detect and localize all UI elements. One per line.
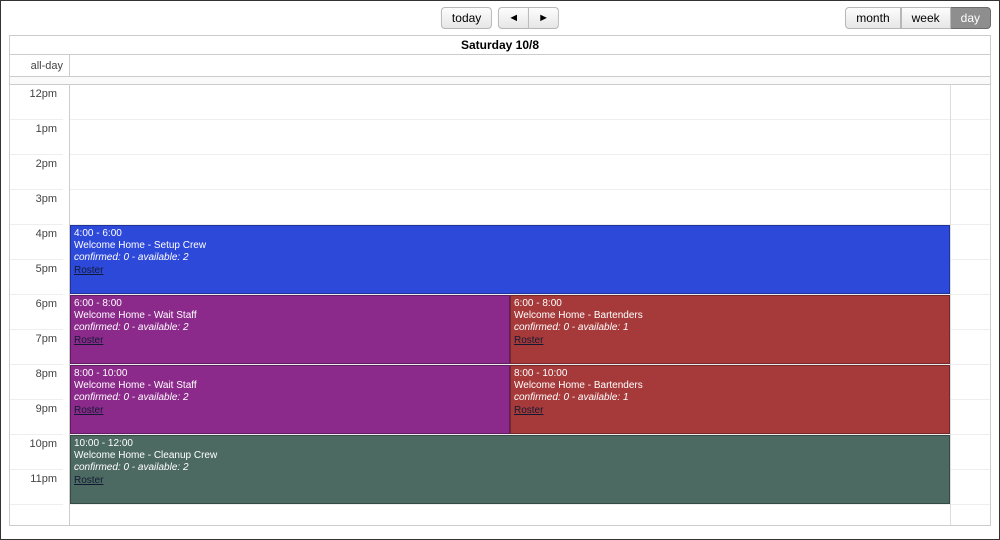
month-view-button[interactable]: month bbox=[845, 7, 900, 29]
hour-slot[interactable] bbox=[70, 85, 950, 120]
event-status: confirmed: 0 - available: 1 bbox=[514, 392, 946, 404]
day-view-button[interactable]: day bbox=[951, 7, 991, 29]
event-time: 6:00 - 8:00 bbox=[514, 298, 562, 309]
calendar: Saturday 10/8 all-day 12pm1pm2pm3pm4pm5p… bbox=[9, 35, 991, 526]
hour-label: 11pm bbox=[10, 470, 63, 505]
event-time: 8:00 - 10:00 bbox=[514, 368, 567, 379]
date-header: Saturday 10/8 bbox=[10, 36, 990, 55]
hour-label: 2pm bbox=[10, 155, 63, 190]
hour-label: 3pm bbox=[10, 190, 63, 225]
event-time: 6:00 - 8:00 bbox=[74, 298, 122, 309]
roster-link[interactable]: Roster bbox=[514, 335, 543, 347]
event-time: 4:00 - 6:00 bbox=[74, 228, 122, 239]
hour-label: 4pm bbox=[10, 225, 63, 260]
hour-label: 9pm bbox=[10, 400, 63, 435]
time-grid: 12pm1pm2pm3pm4pm5pm6pm7pm8pm9pm10pm11pm … bbox=[10, 85, 990, 525]
event-status: confirmed: 0 - available: 2 bbox=[74, 322, 506, 334]
roster-link[interactable]: Roster bbox=[74, 335, 103, 347]
calendar-event[interactable]: 4:00 - 6:00Welcome Home - Setup Crewconf… bbox=[70, 225, 950, 294]
allday-body[interactable] bbox=[70, 55, 990, 76]
hour-slot[interactable] bbox=[70, 155, 950, 190]
view-switch: month week day bbox=[845, 7, 991, 29]
event-status: confirmed: 0 - available: 2 bbox=[74, 462, 946, 474]
divider bbox=[10, 77, 990, 85]
event-title: Welcome Home - Cleanup Crew bbox=[74, 450, 946, 462]
hour-label: 7pm bbox=[10, 330, 63, 365]
hour-label: 6pm bbox=[10, 295, 63, 330]
grid-body[interactable]: 4:00 - 6:00Welcome Home - Setup Crewconf… bbox=[70, 85, 950, 525]
hour-slot[interactable] bbox=[70, 120, 950, 155]
roster-link[interactable]: Roster bbox=[514, 405, 543, 417]
hour-label: 5pm bbox=[10, 260, 63, 295]
roster-link[interactable]: Roster bbox=[74, 475, 103, 487]
prev-button[interactable]: ◄ bbox=[498, 7, 529, 29]
hour-label: 1pm bbox=[10, 120, 63, 155]
calendar-toolbar: today ◄ ► month week day bbox=[1, 1, 999, 35]
event-title: Welcome Home - Wait Staff bbox=[74, 380, 506, 392]
event-title: Welcome Home - Wait Staff bbox=[74, 310, 506, 322]
event-title: Welcome Home - Bartenders bbox=[514, 380, 946, 392]
hour-label: 12pm bbox=[10, 85, 63, 120]
hour-label: 10pm bbox=[10, 435, 63, 470]
event-status: confirmed: 0 - available: 2 bbox=[74, 252, 946, 264]
hour-slot[interactable] bbox=[70, 190, 950, 225]
calendar-event[interactable]: 6:00 - 8:00Welcome Home - Bartendersconf… bbox=[510, 295, 950, 364]
nav-arrows: ◄ ► bbox=[498, 7, 559, 29]
allday-row: all-day bbox=[10, 55, 990, 77]
week-view-button[interactable]: week bbox=[901, 7, 951, 29]
roster-link[interactable]: Roster bbox=[74, 405, 103, 417]
calendar-event[interactable]: 10:00 - 12:00Welcome Home - Cleanup Crew… bbox=[70, 435, 950, 504]
event-title: Welcome Home - Setup Crew bbox=[74, 240, 946, 252]
hour-label: 8pm bbox=[10, 365, 63, 400]
allday-label: all-day bbox=[10, 55, 70, 76]
hour-labels: 12pm1pm2pm3pm4pm5pm6pm7pm8pm9pm10pm11pm bbox=[10, 85, 70, 525]
calendar-event[interactable]: 8:00 - 10:00Welcome Home - Wait Staffcon… bbox=[70, 365, 510, 434]
event-time: 10:00 - 12:00 bbox=[74, 438, 133, 449]
right-gutter bbox=[950, 85, 990, 525]
roster-link[interactable]: Roster bbox=[74, 265, 103, 277]
next-button[interactable]: ► bbox=[529, 7, 559, 29]
event-title: Welcome Home - Bartenders bbox=[514, 310, 946, 322]
today-button[interactable]: today bbox=[441, 7, 492, 29]
event-status: confirmed: 0 - available: 1 bbox=[514, 322, 946, 334]
event-status: confirmed: 0 - available: 2 bbox=[74, 392, 506, 404]
calendar-event[interactable]: 6:00 - 8:00Welcome Home - Wait Staffconf… bbox=[70, 295, 510, 364]
event-time: 8:00 - 10:00 bbox=[74, 368, 127, 379]
calendar-event[interactable]: 8:00 - 10:00Welcome Home - Bartenderscon… bbox=[510, 365, 950, 434]
